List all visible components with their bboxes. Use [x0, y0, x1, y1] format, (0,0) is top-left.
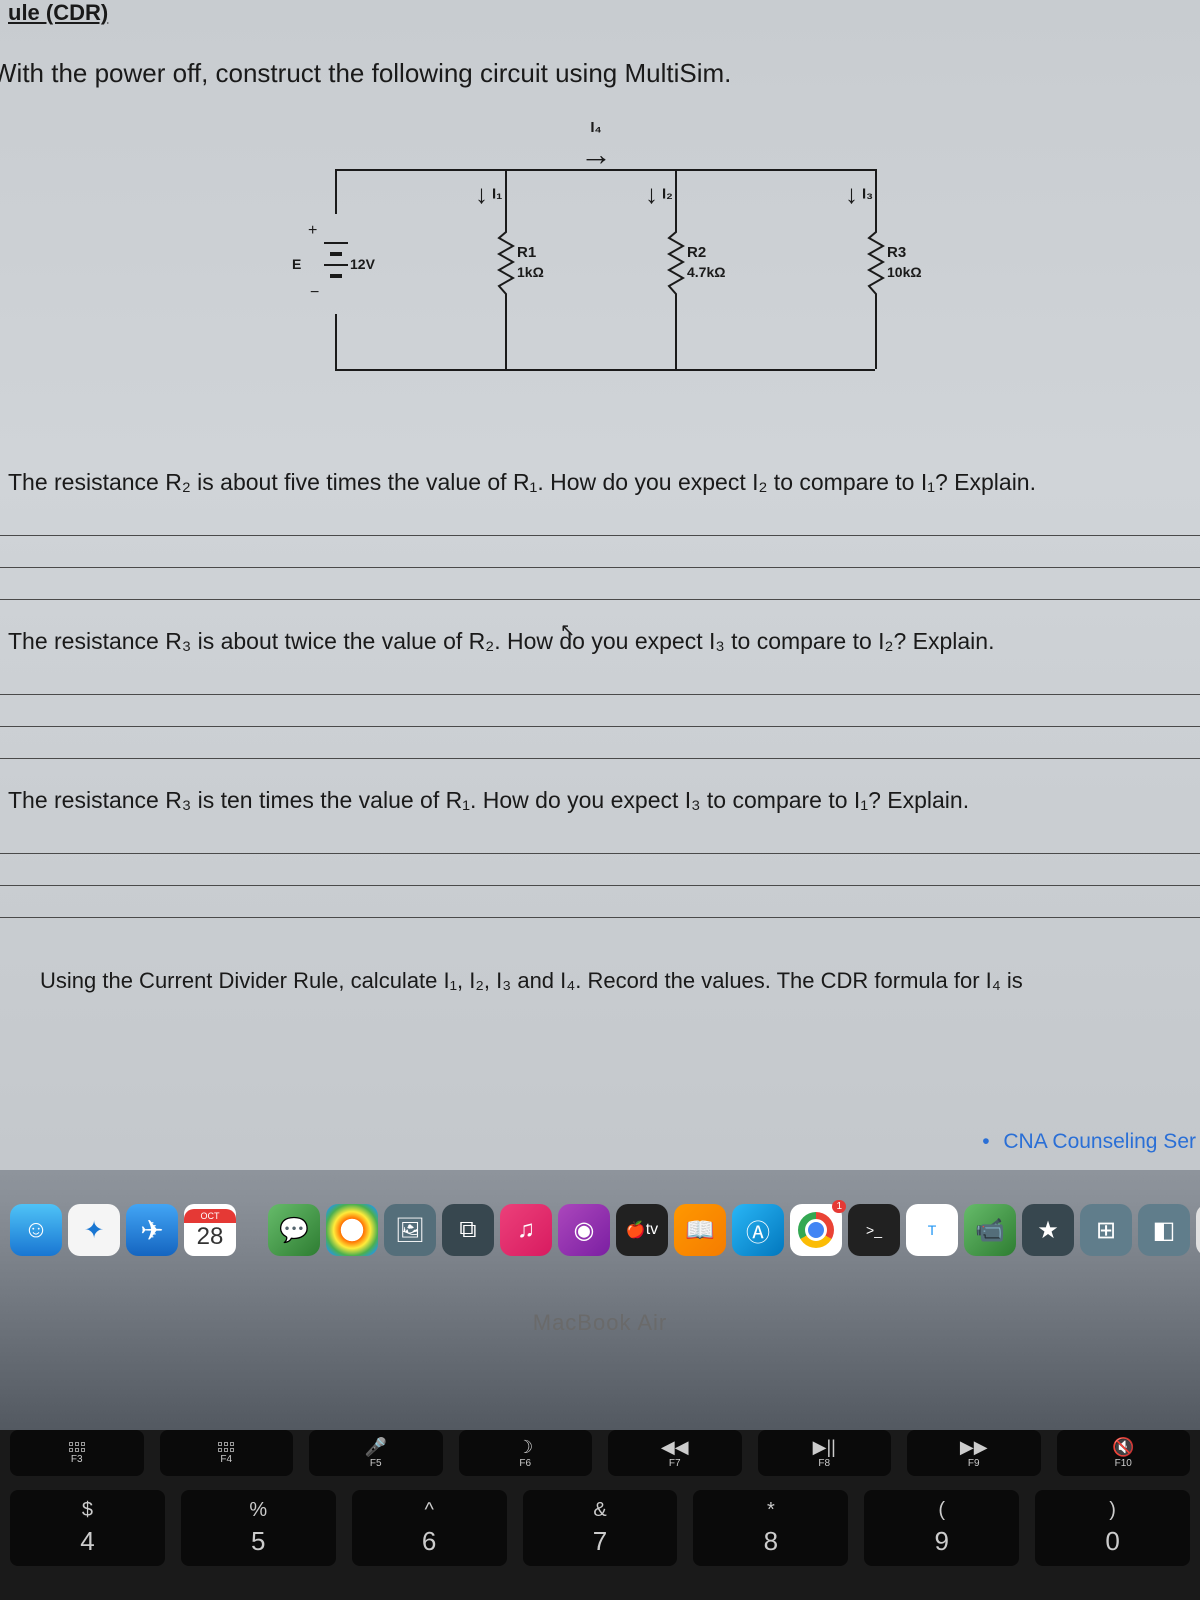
dock-misc2-icon[interactable]: ◧: [1138, 1204, 1190, 1256]
dock-calendar-icon[interactable]: OCT 28: [184, 1204, 236, 1256]
dock-spacer: [242, 1204, 262, 1256]
rewind-icon: ◀◀: [661, 1438, 689, 1456]
dock-imovie-icon[interactable]: ★: [1022, 1204, 1074, 1256]
forward-icon: ▶▶: [960, 1438, 988, 1456]
dock-mail-icon[interactable]: ✈: [126, 1204, 178, 1256]
dock-messages-icon[interactable]: 💬: [268, 1204, 320, 1256]
cursor-icon: ↖: [560, 620, 575, 641]
key-f8[interactable]: ▶|| F8: [758, 1430, 892, 1476]
section-heading: ule (CDR): [0, 0, 1200, 28]
key-7[interactable]: & 7: [523, 1490, 678, 1566]
key-f10[interactable]: 🔇 F10: [1057, 1430, 1191, 1476]
dock-appstore-icon[interactable]: Ⓐ: [732, 1204, 784, 1256]
answer-lines-3[interactable]: [0, 822, 1200, 918]
key-6[interactable]: ^ 6: [352, 1490, 507, 1566]
current-arrow-i3: I₃: [845, 179, 873, 210]
key-9[interactable]: ( 9: [864, 1490, 1019, 1566]
key-f6[interactable]: ☽ F6: [459, 1430, 593, 1476]
dock-textedit-icon[interactable]: T: [906, 1204, 958, 1256]
dock-podcast-icon[interactable]: ◉: [558, 1204, 610, 1256]
mission-control-icon: [69, 1442, 85, 1452]
key-5[interactable]: % 5: [181, 1490, 336, 1566]
dock-facetime-icon[interactable]: 📹: [964, 1204, 1016, 1256]
mute-icon: 🔇: [1112, 1438, 1134, 1456]
dock-misc-icon[interactable]: ⊞: [1080, 1204, 1132, 1256]
resistor-r2: R2 4.7kΩ: [675, 224, 677, 304]
dock-trash-icon[interactable]: 🗑: [1196, 1204, 1200, 1256]
instruction-text: With the power off, construct the follow…: [0, 28, 1200, 99]
resistor-r1: R1 1kΩ: [505, 224, 507, 304]
dock-tv-icon[interactable]: 🍎tv: [616, 1204, 668, 1256]
current-arrow-i1: I₁: [475, 179, 502, 210]
answer-lines-2[interactable]: [0, 663, 1200, 759]
voltage-source: E + − 12V: [320, 214, 350, 314]
key-f9[interactable]: ▶▶ F9: [907, 1430, 1041, 1476]
dock-books-icon[interactable]: 📖: [674, 1204, 726, 1256]
dock-finder-icon[interactable]: ☺: [10, 1204, 62, 1256]
question-2: The resistance R₃ is about twice the val…: [0, 628, 1200, 655]
physical-keyboard: F3 F4 🎤 F5 ☽ F6 ◀◀ F7 ▶|| F8 ▶▶ F9: [0, 1430, 1200, 1600]
question-3: The resistance R₃ is ten times the value…: [0, 787, 1200, 814]
key-8[interactable]: * 8: [693, 1490, 848, 1566]
answer-lines-1[interactable]: [0, 504, 1200, 600]
key-0[interactable]: ) 0: [1035, 1490, 1190, 1566]
dock-screenshot-icon[interactable]: ⧉: [442, 1204, 494, 1256]
dock-terminal-icon[interactable]: >_: [848, 1204, 900, 1256]
circuit-diagram: I₄ I₁ I₂ I₃ E + − 12V R1 1kΩ R2 4.7kΩ: [280, 129, 920, 429]
dock-preview-icon[interactable]: 🖼: [384, 1204, 436, 1256]
question-4: Using the Current Divider Rule, calculat…: [0, 968, 1200, 994]
spotlight-icon: [218, 1442, 234, 1452]
lab-document: ule (CDR) With the power off, construct …: [0, 0, 1200, 1170]
dnd-icon: ☽: [517, 1438, 533, 1456]
key-f4[interactable]: F4: [160, 1430, 294, 1476]
key-f7[interactable]: ◀◀ F7: [608, 1430, 742, 1476]
current-arrow-i4: I₄: [580, 119, 612, 173]
question-1: The resistance R₂ is about five times th…: [0, 469, 1200, 496]
macbook-model-label: MacBook Air: [0, 1310, 1200, 1336]
key-f3[interactable]: F3: [10, 1430, 144, 1476]
play-pause-icon: ▶||: [813, 1438, 836, 1456]
dock-photos-icon[interactable]: [326, 1204, 378, 1256]
dock-music-icon[interactable]: ♫: [500, 1204, 552, 1256]
dock-chrome-icon[interactable]: 1: [790, 1204, 842, 1256]
notification-banner[interactable]: CNA Counseling Ser: [982, 1130, 1200, 1154]
resistor-r3: R3 10kΩ: [875, 224, 877, 304]
macos-dock: ☺ ✦ ✈ OCT 28 💬 🖼 ⧉ ♫ ◉ 🍎tv 📖 Ⓐ 1 >_ T 📹 …: [0, 1190, 1200, 1270]
current-arrow-i2: I₂: [645, 179, 673, 210]
dock-safari-icon[interactable]: ✦: [68, 1204, 120, 1256]
key-f5[interactable]: 🎤 F5: [309, 1430, 443, 1476]
dictation-icon: 🎤: [365, 1438, 387, 1456]
key-4[interactable]: $ 4: [10, 1490, 165, 1566]
